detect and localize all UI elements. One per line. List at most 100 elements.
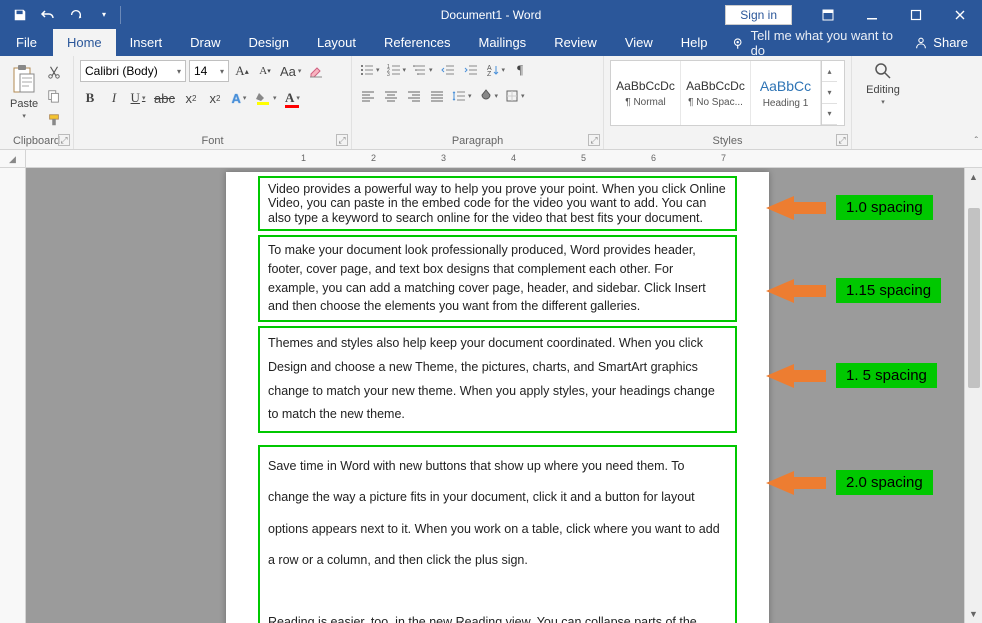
shrink-font-button[interactable]: A▾ — [255, 61, 275, 81]
clear-formatting-button[interactable] — [306, 61, 326, 81]
arrow-icon — [766, 471, 794, 495]
style-no-spacing[interactable]: AaBbCcDc ¶ No Spac... — [681, 61, 751, 125]
align-center-button[interactable] — [381, 86, 401, 106]
align-right-button[interactable] — [404, 86, 424, 106]
tab-home[interactable]: Home — [53, 29, 116, 56]
document-page[interactable]: Video provides a powerful way to help yo… — [226, 172, 769, 623]
italic-button[interactable]: I — [104, 88, 124, 108]
align-left-button[interactable] — [358, 86, 378, 106]
bold-button[interactable]: B — [80, 88, 100, 108]
paragraph-4[interactable]: Save time in Word with new buttons that … — [258, 445, 737, 623]
redo-button[interactable] — [62, 1, 90, 29]
ruler-track: 1 2 3 4 5 6 7 — [26, 150, 982, 167]
paste-button[interactable]: Paste ▾ — [6, 60, 42, 120]
tab-references[interactable]: References — [370, 29, 464, 56]
scroll-up-button[interactable]: ▲ — [965, 168, 982, 186]
vertical-scrollbar[interactable]: ▲ ▼ — [964, 168, 982, 623]
font-size-value: 14 — [194, 64, 207, 78]
line-spacing-button[interactable] — [450, 86, 474, 106]
horizontal-ruler[interactable]: ◢ 1 2 3 4 5 6 7 — [0, 150, 982, 168]
annotation-4: 2.0 spacing — [766, 470, 933, 495]
collapse-ribbon-button[interactable]: ˆ — [975, 136, 978, 147]
svg-text:3: 3 — [387, 72, 390, 77]
justify-button[interactable] — [427, 86, 447, 106]
subscript-button[interactable]: x2 — [181, 88, 201, 108]
tell-me-search[interactable]: Tell me what you want to do — [732, 29, 901, 56]
paragraph-group-label: Paragraph — [352, 135, 603, 147]
show-marks-button[interactable]: ¶ — [510, 60, 530, 80]
annotation-1: 1.0 spacing — [766, 195, 933, 220]
close-button[interactable] — [938, 0, 982, 29]
highlight-button[interactable] — [253, 88, 279, 108]
editing-label: Editing — [866, 84, 900, 96]
shading-button[interactable] — [477, 86, 501, 106]
paragraph-3[interactable]: Themes and styles also help keep your do… — [258, 326, 737, 433]
font-size-selector[interactable]: 14▾ — [189, 60, 229, 82]
cut-button[interactable] — [44, 62, 64, 82]
paragraph-5-text: Reading is easier, too, in the new Readi… — [268, 615, 713, 623]
paste-label: Paste — [10, 98, 38, 110]
copy-button[interactable] — [44, 86, 64, 106]
sign-in-button[interactable]: Sign in — [725, 5, 792, 25]
superscript-button[interactable]: x2 — [205, 88, 225, 108]
document-workspace: Video provides a powerful way to help yo… — [0, 168, 982, 623]
font-name-selector[interactable]: Calibri (Body)▾ — [80, 60, 186, 82]
styles-more-button[interactable]: ▴▾▾ — [821, 61, 837, 125]
minimize-button[interactable] — [850, 0, 894, 29]
font-color-button[interactable]: A — [282, 88, 302, 108]
clipboard-dialog-launcher[interactable]: ⤢ — [58, 134, 70, 146]
undo-button[interactable] — [34, 1, 62, 29]
vertical-ruler[interactable] — [0, 168, 26, 623]
borders-button[interactable] — [503, 86, 527, 106]
text-effects-button[interactable]: A — [229, 88, 249, 108]
tab-help[interactable]: Help — [667, 29, 722, 56]
tab-view[interactable]: View — [611, 29, 667, 56]
style-normal[interactable]: AaBbCcDc ¶ Normal — [611, 61, 681, 125]
group-paragraph: 123 AZ ¶ Paragraph ⤢ — [352, 56, 604, 149]
group-editing: Editing ▾ — [852, 56, 914, 149]
paragraph-4-text: Save time in Word with new buttons that … — [268, 459, 720, 567]
share-button[interactable]: Share — [900, 29, 982, 56]
tab-insert[interactable]: Insert — [116, 29, 177, 56]
share-label: Share — [933, 35, 968, 50]
tab-file[interactable]: File — [0, 29, 53, 56]
save-icon[interactable] — [6, 1, 34, 29]
group-clipboard: Paste ▾ Clipboard ⤢ — [0, 56, 74, 149]
font-dialog-launcher[interactable]: ⤢ — [336, 134, 348, 146]
arrow-icon — [766, 364, 794, 388]
strikethrough-button[interactable]: abc — [152, 88, 177, 108]
scroll-thumb[interactable] — [968, 208, 980, 388]
format-painter-button[interactable] — [44, 110, 64, 130]
ribbon-tabs: File Home Insert Draw Design Layout Refe… — [0, 29, 982, 56]
ruler-corner: ◢ — [0, 150, 26, 168]
maximize-button[interactable] — [894, 0, 938, 29]
paragraph-1[interactable]: Video provides a powerful way to help yo… — [258, 176, 737, 231]
underline-button[interactable]: U — [128, 88, 148, 108]
numbering-button[interactable]: 123 — [385, 60, 409, 80]
styles-dialog-launcher[interactable]: ⤢ — [836, 134, 848, 146]
decrease-indent-button[interactable] — [438, 60, 458, 80]
editing-button[interactable]: Editing ▾ — [858, 60, 908, 106]
paragraph-2[interactable]: To make your document look professionall… — [258, 235, 737, 322]
styles-gallery[interactable]: AaBbCcDc ¶ Normal AaBbCcDc ¶ No Spac... … — [610, 60, 845, 126]
change-case-button[interactable]: Aa — [278, 61, 303, 81]
increase-indent-button[interactable] — [461, 60, 481, 80]
sort-button[interactable]: AZ — [484, 60, 508, 80]
tab-draw[interactable]: Draw — [176, 29, 234, 56]
grow-font-button[interactable]: A▴ — [232, 61, 252, 81]
tab-design[interactable]: Design — [235, 29, 303, 56]
multilevel-list-button[interactable] — [411, 60, 435, 80]
tab-review[interactable]: Review — [540, 29, 611, 56]
bullets-button[interactable] — [358, 60, 382, 80]
tab-mailings[interactable]: Mailings — [465, 29, 541, 56]
annotation-label: 1.0 spacing — [836, 195, 933, 220]
document-title: Document1 - Word — [441, 8, 541, 22]
style-heading-1[interactable]: AaBbCc Heading 1 — [751, 61, 821, 125]
paragraph-dialog-launcher[interactable]: ⤢ — [588, 134, 600, 146]
ribbon-display-options-icon[interactable] — [806, 0, 850, 29]
svg-text:Z: Z — [487, 71, 492, 77]
document-area[interactable]: Video provides a powerful way to help yo… — [26, 168, 982, 623]
scroll-down-button[interactable]: ▼ — [965, 605, 982, 623]
tab-layout[interactable]: Layout — [303, 29, 370, 56]
qat-customize-icon[interactable]: ▾ — [90, 1, 118, 29]
